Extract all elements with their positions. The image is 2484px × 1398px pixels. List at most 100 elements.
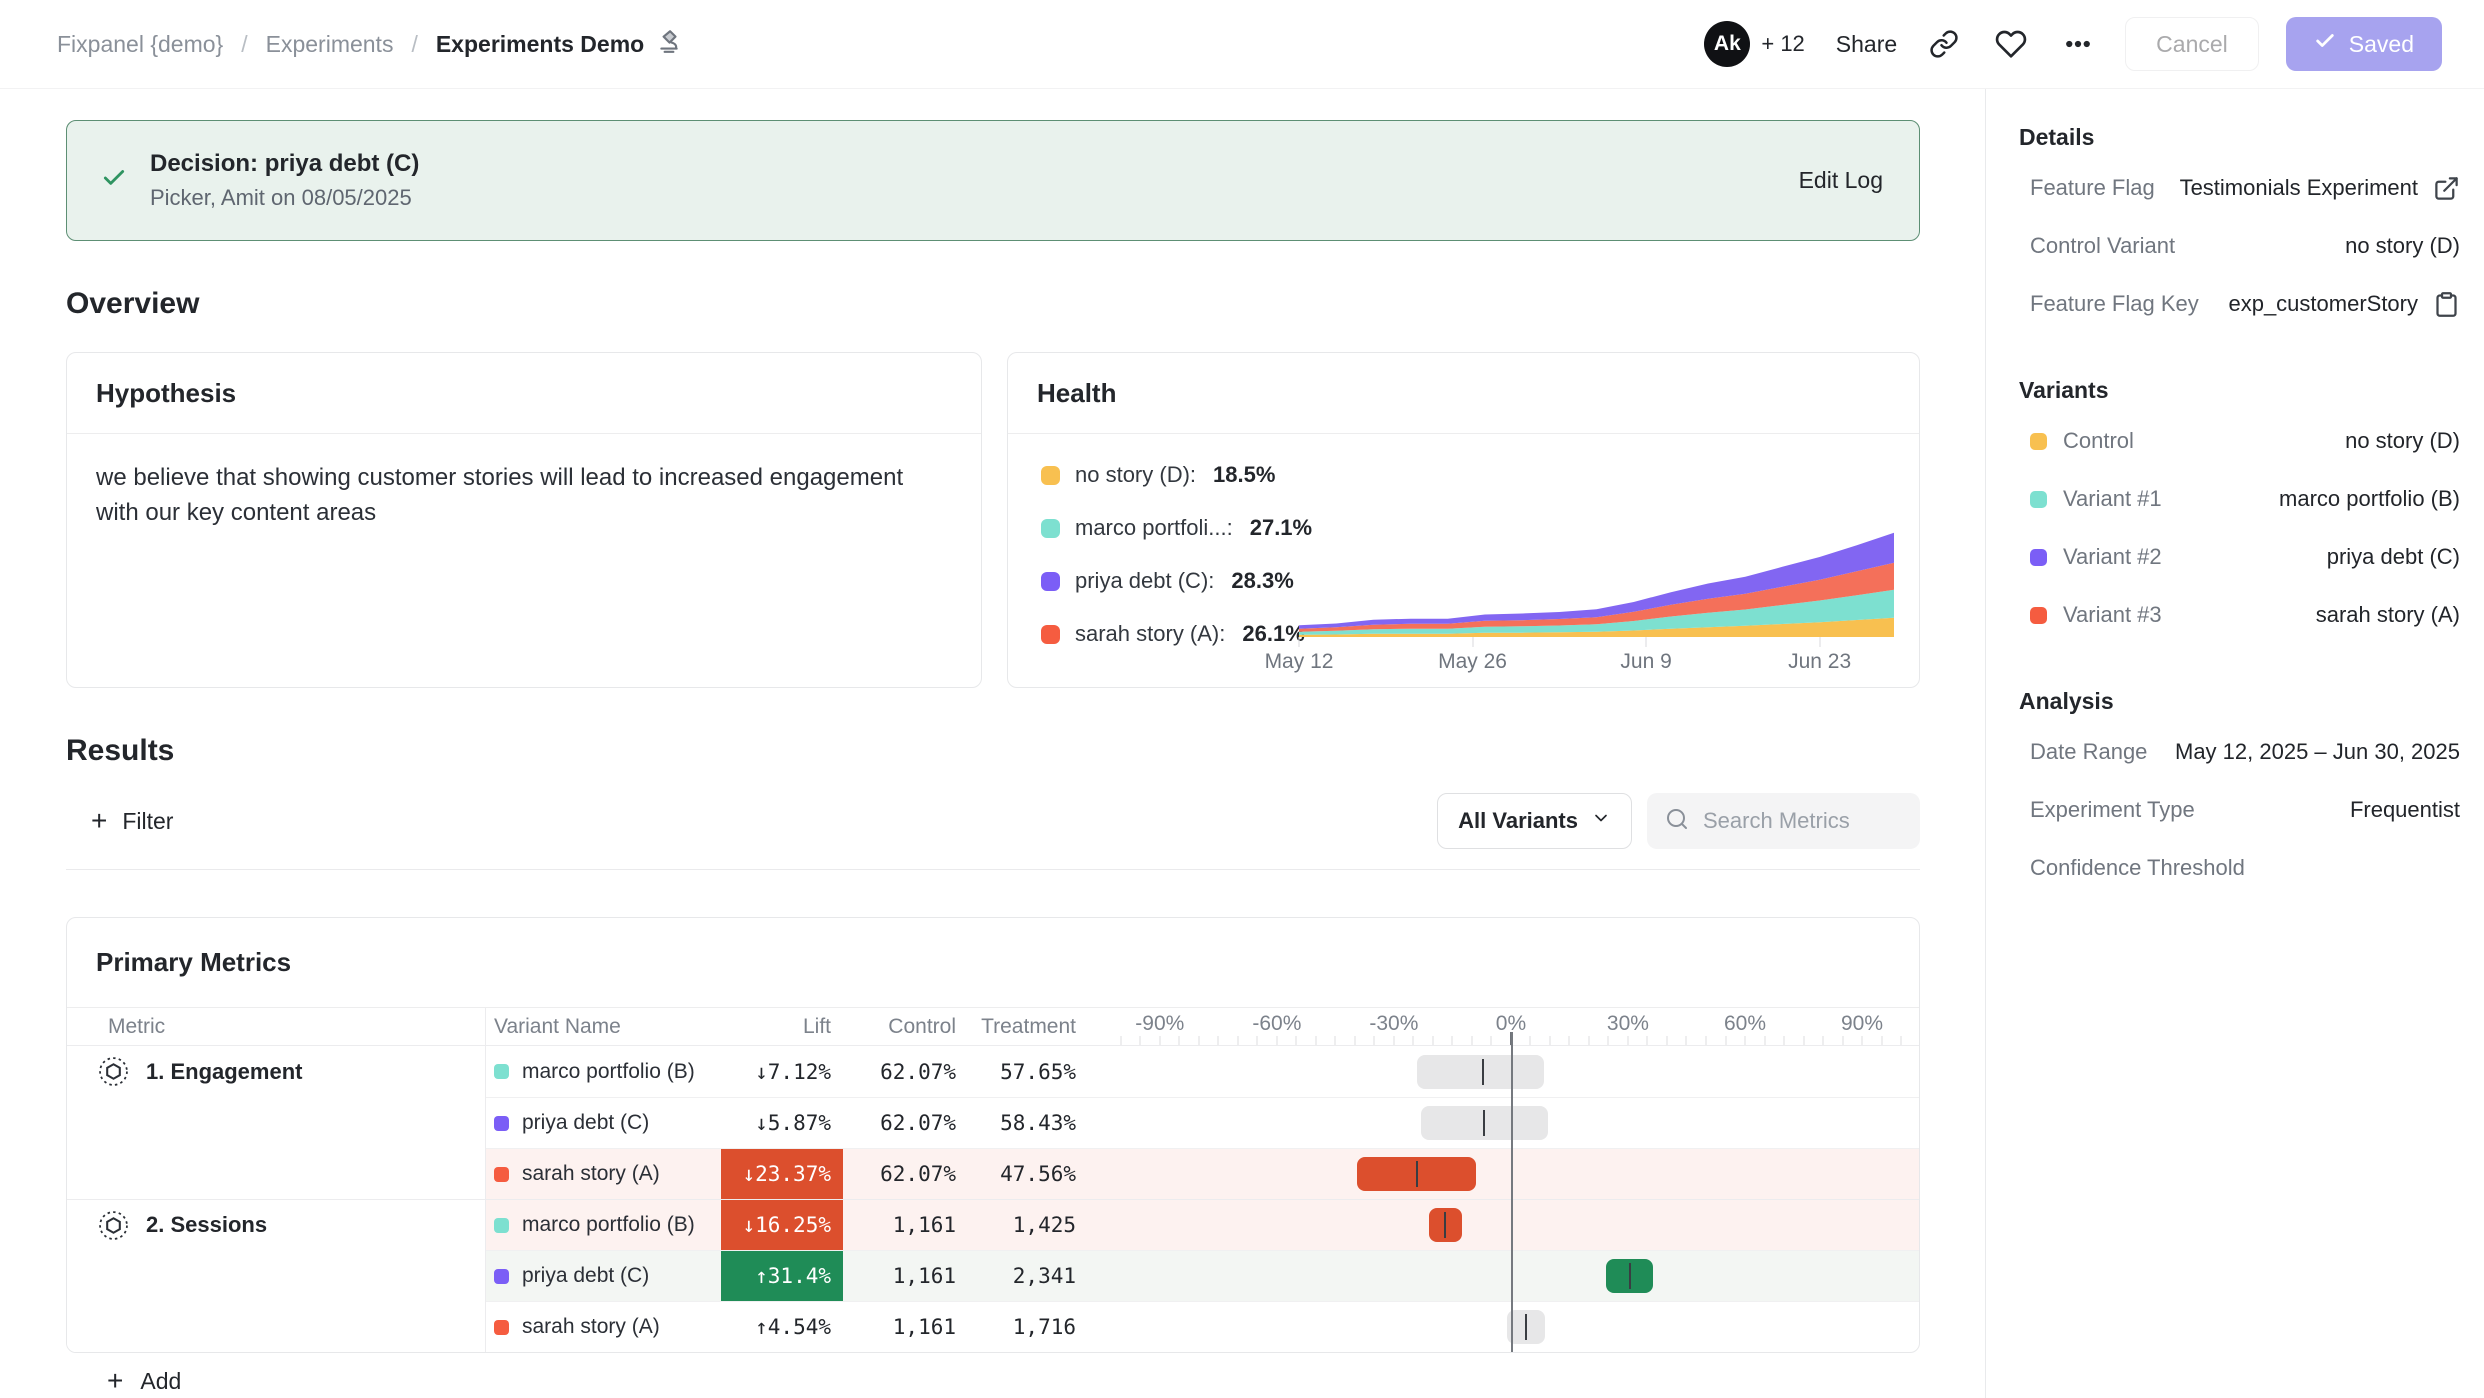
ci-chart-cell <box>1086 1149 1919 1199</box>
ruler-tick <box>1647 1036 1648 1045</box>
x-axis-tick <box>1299 637 1300 647</box>
primary-metrics-title: Primary Metrics <box>67 918 1919 1008</box>
ruler-tick <box>1764 1036 1765 1045</box>
variant-cell: priya debt (C) <box>486 1098 721 1148</box>
column-variant: Variant Name <box>486 1008 721 1045</box>
control-cell: 62.07% <box>843 1098 966 1148</box>
treatment-cell: 1,425 <box>966 1200 1086 1250</box>
collaborator-count[interactable]: + 12 <box>1761 31 1804 57</box>
column-lift: Lift <box>721 1008 843 1045</box>
decision-banner: Decision: priya debt (C) Picker, Amit on… <box>66 120 1920 241</box>
legend-item: sarah story (A): 26.1% <box>1041 621 1312 647</box>
ruler-tick <box>1491 1036 1492 1045</box>
variant-color-chip <box>494 1116 509 1131</box>
plus-icon: + <box>107 1367 123 1395</box>
health-title: Health <box>1008 353 1919 434</box>
ruler-tick <box>1276 1036 1277 1045</box>
control-cell: 1,161 <box>843 1251 966 1301</box>
x-axis-label: May 12 <box>1265 650 1334 674</box>
external-link-icon[interactable] <box>2433 175 2460 202</box>
breadcrumb-project[interactable]: Fixpanel {demo} <box>57 31 223 58</box>
legend-item: priya debt (C): 28.3% <box>1041 568 1312 594</box>
share-button[interactable]: Share <box>1836 31 1897 58</box>
breadcrumb-experiments[interactable]: Experiments <box>266 31 394 58</box>
breadcrumb-separator: / <box>411 31 417 58</box>
add-filter-button[interactable]: + Filter <box>91 807 173 835</box>
treatment-cell: 57.65% <box>966 1046 1086 1097</box>
ci-midpoint-tick <box>1444 1212 1446 1238</box>
variants-heading: Variants <box>2019 375 2460 405</box>
overview-heading: Overview <box>66 286 1920 322</box>
edit-log-button[interactable]: Edit Log <box>1799 167 1883 194</box>
control-cell: 62.07% <box>843 1149 966 1199</box>
ruler-tick <box>1393 1036 1394 1045</box>
ruler-tick <box>1354 1036 1355 1045</box>
treatment-cell: 47.56% <box>966 1149 1086 1199</box>
ruler-tick <box>1608 1036 1609 1045</box>
ruler-tick <box>1120 1036 1121 1045</box>
lift-axis-header: -90%-60%-30%0%30%60%90% <box>1086 1008 1919 1045</box>
ruler-tick <box>1374 1036 1375 1045</box>
axis-tick-label: 30% <box>1607 1012 1649 1036</box>
table-row[interactable]: priya debt (C) ↓5.87% 62.07% 58.43% <box>67 1097 1919 1148</box>
metric-name: 2. Sessions <box>146 1212 267 1238</box>
app-window: Fixpanel {demo} / Experiments / Experime… <box>0 0 2484 1398</box>
details-sidebar: Details Feature Flag Testimonials Experi… <box>1985 89 2484 1398</box>
table-row[interactable]: 2. Sessions marco portfolio (B) ↓16.25% … <box>67 1199 1919 1250</box>
ruler-tick <box>1549 1036 1550 1045</box>
ci-midpoint-tick <box>1525 1314 1527 1340</box>
legend-color-chip <box>1041 625 1060 644</box>
x-axis-label: May 26 <box>1438 650 1507 674</box>
confidence-threshold-row: Confidence Threshold <box>2019 839 2460 897</box>
table-row[interactable]: priya debt (C) ↑31.4% 1,161 2,341 <box>67 1250 1919 1301</box>
table-row[interactable]: sarah story (A) ↓23.37% 62.07% 47.56% <box>67 1148 1919 1199</box>
ruler-tick <box>1862 1036 1863 1045</box>
page-title: Experiments Demo <box>436 28 682 60</box>
clipboard-copy-icon[interactable] <box>2433 291 2460 318</box>
ruler-tick <box>1237 1036 1238 1045</box>
breadcrumb-separator: / <box>241 31 247 58</box>
search-metrics-box[interactable] <box>1647 793 1920 849</box>
x-axis-label: Jun 23 <box>1788 650 1851 674</box>
x-axis-tick <box>1819 637 1820 647</box>
x-axis-tick <box>1472 637 1473 647</box>
favorite-heart-icon[interactable] <box>1991 24 2031 64</box>
ruler-tick <box>1725 1036 1726 1045</box>
health-chart-ticks: May 12May 26Jun 9Jun 23 <box>1299 637 1894 677</box>
saved-button[interactable]: Saved <box>2286 17 2442 71</box>
legend-color-chip <box>1041 572 1060 591</box>
ci-midpoint-tick <box>1629 1263 1631 1289</box>
details-section: Details Feature Flag Testimonials Experi… <box>2019 122 2460 333</box>
avatar[interactable]: Ak <box>1704 21 1750 67</box>
ruler-tick <box>1296 1036 1297 1045</box>
ruler-tick <box>1842 1036 1843 1045</box>
main-content: Decision: priya debt (C) Picker, Amit on… <box>0 89 1985 1398</box>
cancel-button[interactable]: Cancel <box>2125 17 2259 71</box>
more-options-icon[interactable] <box>2058 24 2098 64</box>
add-metric-button[interactable]: + Add <box>107 1367 1920 1395</box>
variant-color-chip <box>494 1269 509 1284</box>
ruler-tick <box>1881 1036 1882 1045</box>
hypothesis-card: Hypothesis we believe that showing custo… <box>66 352 982 688</box>
copy-link-icon[interactable] <box>1924 24 1964 64</box>
ci-chart-cell <box>1086 1251 1919 1301</box>
table-row[interactable]: 1. Engagement marco portfolio (B) ↓7.12%… <box>67 1046 1919 1097</box>
table-row[interactable]: sarah story (A) ↑4.54% 1,161 1,716 <box>67 1301 1919 1352</box>
details-heading: Details <box>2019 122 2460 152</box>
variants-dropdown[interactable]: All Variants <box>1437 793 1632 849</box>
ruler-tick <box>1335 1036 1336 1045</box>
ruler-tick <box>1432 1036 1433 1045</box>
zero-axis-line <box>1511 1032 1513 1352</box>
variant-color-chip <box>2030 433 2047 450</box>
lift-cell: ↑4.54% <box>721 1302 843 1352</box>
variant-color-chip <box>494 1064 509 1079</box>
legend-color-chip <box>1041 466 1060 485</box>
ruler-tick <box>1588 1036 1589 1045</box>
search-metrics-input[interactable] <box>1703 808 1902 834</box>
hypothesis-body: we believe that showing customer stories… <box>67 434 967 557</box>
ruler-tick <box>1198 1036 1199 1045</box>
ruler-tick <box>1179 1036 1180 1045</box>
feature-flag-key-row: Feature Flag Key exp_customerStory <box>2019 275 2460 333</box>
ruler-tick <box>1569 1036 1570 1045</box>
legend-color-chip <box>1041 519 1060 538</box>
